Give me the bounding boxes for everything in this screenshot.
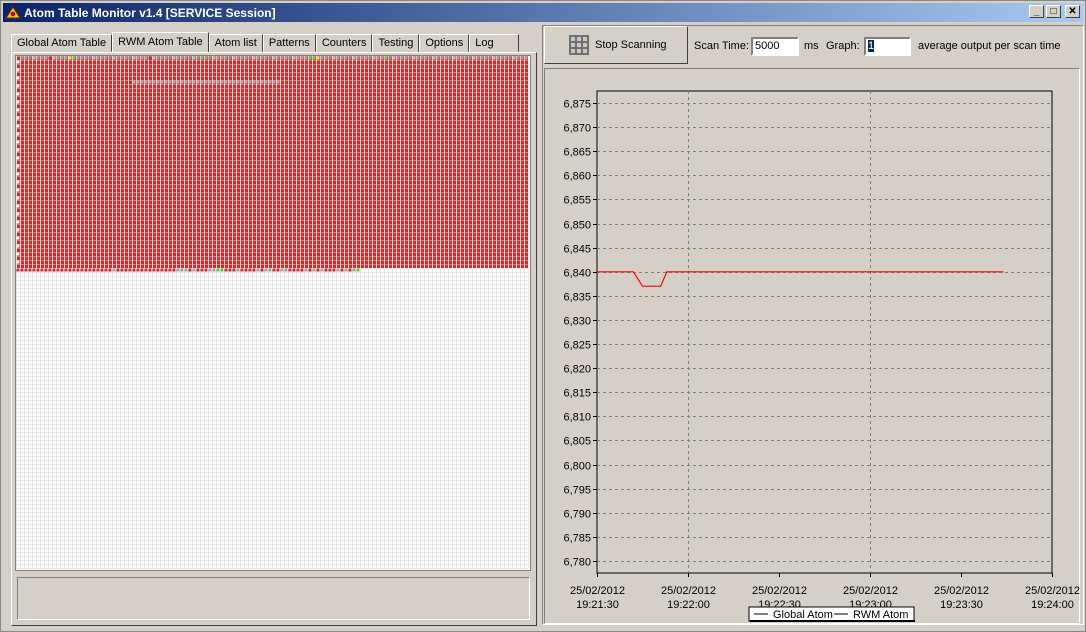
plot-area (596, 90, 1053, 574)
tab-options[interactable]: Options (419, 34, 470, 52)
title-bar[interactable]: Atom Table Monitor v1.4 [SERVICE Session… (3, 3, 1083, 22)
x-tick-date: 25/02/2012 (661, 585, 716, 597)
maximize-button[interactable]: □ (1046, 5, 1061, 18)
y-tick-label: 6,795 (563, 485, 591, 497)
legend-label: Global Atom (773, 609, 833, 621)
y-tick-label: 6,840 (563, 268, 591, 280)
window-controls: _ □ ✕ (1029, 5, 1080, 18)
scan-time-label: Scan Time: (694, 40, 750, 52)
x-tick-time: 19:21:30 (576, 599, 619, 611)
y-tick-label: 6,805 (563, 436, 591, 448)
atom-grid-canvas (16, 56, 530, 570)
atom-cells-grey-strip (132, 80, 280, 84)
scan-time-input[interactable]: 5000 (751, 37, 799, 56)
y-tick-label: 6,790 (563, 509, 591, 521)
app-icon (5, 5, 21, 18)
close-button[interactable]: ✕ (1065, 5, 1080, 18)
y-tick-label: 6,830 (563, 316, 591, 328)
x-tick-time: 19:22:00 (667, 599, 710, 611)
y-tick-label: 6,875 (563, 99, 591, 111)
y-tick-label: 6,860 (563, 171, 591, 183)
x-tick-time: 19:24:00 (1031, 599, 1074, 611)
stop-scanning-button[interactable]: Stop Scanning (544, 26, 688, 64)
y-tick-label: 6,815 (563, 388, 591, 400)
tab-counters[interactable]: Counters (315, 34, 373, 52)
y-tick-label: 6,870 (563, 123, 591, 135)
y-tick-label: 6,785 (563, 533, 591, 545)
y-tick-label: 6,825 (563, 340, 591, 352)
y-tick-label: 6,820 (563, 364, 591, 376)
y-tick-label: 6,800 (563, 461, 591, 473)
minimize-button[interactable]: _ (1029, 5, 1044, 18)
tab-log[interactable]: Log (469, 34, 519, 52)
y-tick-label: 6,810 (563, 412, 591, 424)
y-tick-label: 6,865 (563, 147, 591, 159)
tab-rwm-atom-table[interactable]: RWM Atom Table (112, 32, 209, 53)
x-tick-date: 25/02/2012 (843, 585, 898, 597)
x-tick-date: 25/02/2012 (934, 585, 989, 597)
window-title: Atom Table Monitor v1.4 [SERVICE Session… (24, 5, 276, 20)
atom-chart: 6,875 6,870 6,865 6,860 6,855 6,850 6,845 6,840… (563, 90, 1080, 622)
tab-strip: Global Atom Table RWM Atom Table Atom li… (11, 32, 519, 53)
stop-scanning-label: Stop Scanning (595, 39, 667, 51)
graph-input-value: 1 (868, 40, 875, 52)
graph-input[interactable]: 1 (864, 37, 911, 56)
atom-grid[interactable] (15, 55, 531, 571)
y-tick-label: 6,855 (563, 195, 591, 207)
tab-atom-list[interactable]: Atom list (208, 34, 263, 52)
graph-suffix-label: average output per scan time (918, 40, 1061, 52)
x-tick-date: 25/02/2012 (570, 585, 625, 597)
atom-cells-top-row (20, 56, 528, 60)
graph-label: Graph: (826, 40, 860, 52)
grid-icon (569, 35, 589, 55)
y-tick-label: 6,835 (563, 292, 591, 304)
scan-time-unit: ms (804, 40, 819, 52)
y-tick-label: 6,845 (563, 244, 591, 256)
legend-label: RWM Atom (853, 609, 908, 621)
chart-legend: Global Atom RWM Atom (748, 606, 915, 622)
tab-testing[interactable]: Testing (372, 34, 420, 52)
tab-global-atom-table[interactable]: Global Atom Table (11, 34, 113, 52)
x-tick-time: 19:23:30 (940, 599, 983, 611)
y-tick-label: 6,780 (563, 557, 591, 569)
x-tick-date: 25/02/2012 (752, 585, 807, 597)
y-tick-label: 6,850 (563, 220, 591, 232)
status-box (17, 577, 530, 620)
x-tick-date: 25/02/2012 (1025, 585, 1080, 597)
main-window: Atom Table Monitor v1.4 [SERVICE Session… (0, 0, 1086, 632)
tab-patterns[interactable]: Patterns (262, 34, 316, 52)
